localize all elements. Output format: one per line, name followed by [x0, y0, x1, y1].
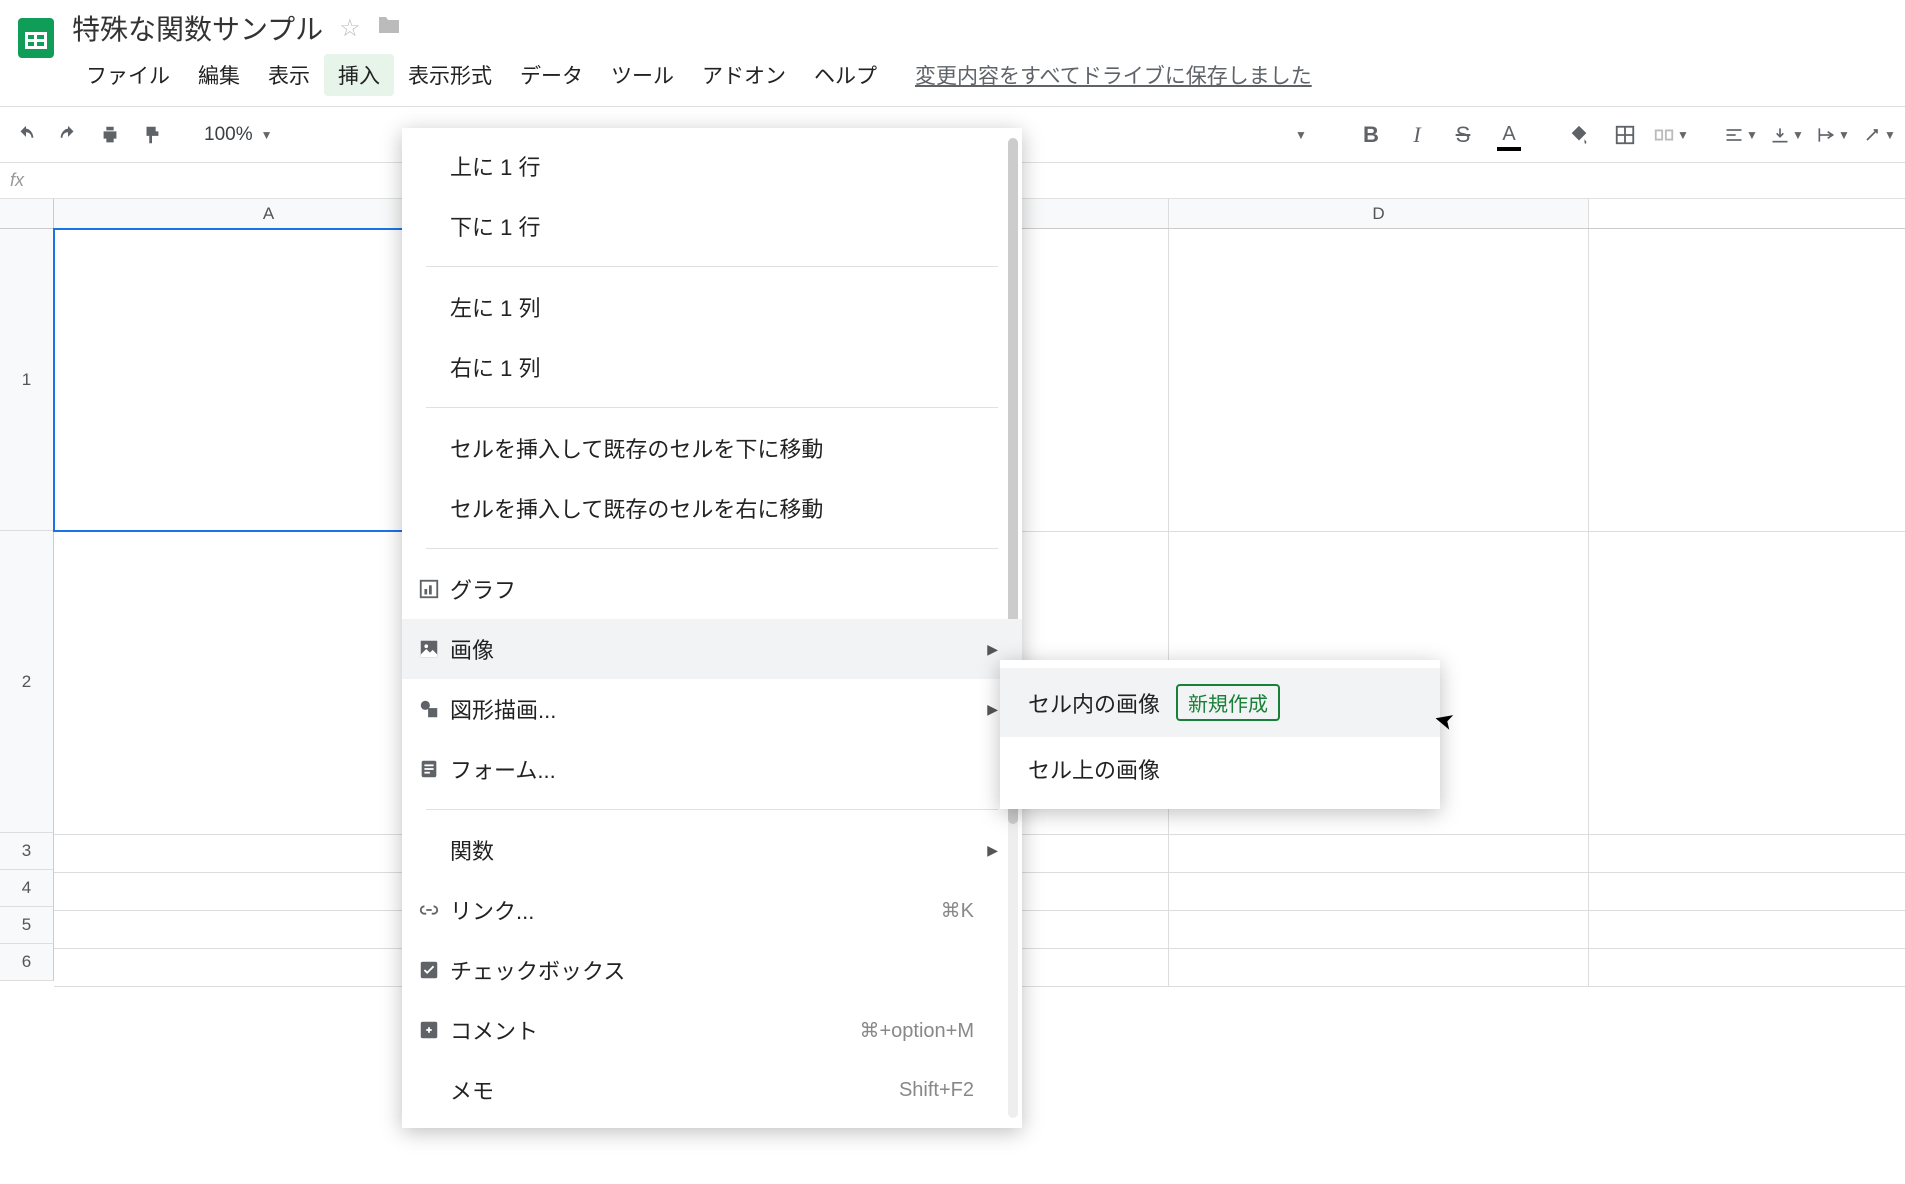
chart-icon [416, 576, 442, 602]
select-all-corner[interactable] [0, 199, 54, 228]
fx-icon: fx [0, 170, 34, 191]
insert-note[interactable]: メモ Shift+F2 [402, 1060, 1022, 1120]
print-button[interactable] [92, 117, 128, 153]
star-icon[interactable]: ☆ [339, 14, 361, 43]
strikethrough-button[interactable]: S [1445, 117, 1481, 153]
comment-icon [416, 1017, 442, 1043]
image-icon [416, 636, 442, 662]
row-header-4[interactable]: 4 [0, 870, 54, 907]
insert-function[interactable]: 関数 ▶ [402, 820, 1022, 880]
submenu-arrow-icon: ▶ [987, 701, 998, 718]
cell-d3[interactable] [1169, 835, 1589, 872]
cell-d5[interactable] [1169, 911, 1589, 948]
insert-form[interactable]: フォーム... [402, 739, 1022, 799]
vertical-align-button[interactable]: ▼ [1769, 117, 1805, 153]
insert-link[interactable]: リンク... ⌘K [402, 880, 1022, 940]
insert-row-below[interactable]: 下に 1 行 [402, 196, 1022, 256]
comment-shortcut: ⌘+option+M [859, 1018, 974, 1043]
text-color-button[interactable]: A [1491, 117, 1527, 153]
cell-d6[interactable] [1169, 949, 1589, 986]
insert-col-left[interactable]: 左に 1 列 [402, 277, 1022, 337]
drawing-icon [416, 696, 442, 722]
row-header-2[interactable]: 2 [0, 531, 54, 833]
row-header-1[interactable]: 1 [0, 229, 54, 531]
paint-format-button[interactable] [134, 117, 170, 153]
cell-d4[interactable] [1169, 873, 1589, 910]
insert-cells-shift-down[interactable]: セルを挿入して既存のセルを下に移動 [402, 418, 1022, 478]
menu-edit[interactable]: 編集 [184, 54, 254, 96]
checkbox-icon [416, 957, 442, 983]
menu-format[interactable]: 表示形式 [394, 54, 506, 96]
insert-image[interactable]: 画像 ▶ [402, 619, 1022, 679]
menu-help[interactable]: ヘルプ [800, 54, 891, 96]
insert-checkbox[interactable]: チェックボックス [402, 940, 1022, 1000]
insert-cells-shift-right[interactable]: セルを挿入して既存のセルを右に移動 [402, 478, 1022, 538]
text-wrap-button[interactable]: ▼ [1815, 117, 1851, 153]
menu-data[interactable]: データ [506, 54, 597, 96]
merge-cells-button[interactable]: ▼ [1653, 117, 1689, 153]
chevron-down-icon: ▼ [261, 128, 273, 142]
row-header-3[interactable]: 3 [0, 833, 54, 870]
save-status[interactable]: 変更内容をすべてドライブに保存しました [915, 60, 1312, 90]
menu-view[interactable]: 表示 [254, 54, 324, 96]
new-badge: 新規作成 [1176, 684, 1280, 721]
horizontal-align-button[interactable]: ▼ [1723, 117, 1759, 153]
italic-button[interactable]: I [1399, 117, 1435, 153]
insert-chart[interactable]: グラフ [402, 559, 1022, 619]
cell-d1[interactable] [1169, 229, 1589, 531]
insert-col-right[interactable]: 右に 1 列 [402, 337, 1022, 397]
column-header-d[interactable]: D [1169, 199, 1589, 228]
borders-button[interactable] [1607, 117, 1643, 153]
menu-insert[interactable]: 挿入 [324, 54, 394, 96]
folder-icon[interactable] [377, 14, 401, 42]
insert-drawing[interactable]: 図形描画... ▶ [402, 679, 1022, 739]
submenu-arrow-icon: ▶ [987, 641, 998, 658]
image-over-cell[interactable]: セル上の画像 [1000, 737, 1440, 801]
insert-row-above[interactable]: 上に 1 行 [402, 136, 1022, 196]
menu-tools[interactable]: ツール [597, 54, 688, 96]
menu-bar: ファイル 編集 表示 挿入 表示形式 データ ツール アドオン ヘルプ 変更内容… [72, 48, 1312, 106]
document-title[interactable]: 特殊な関数サンプル [72, 8, 323, 48]
bold-button[interactable]: B [1353, 117, 1389, 153]
redo-button[interactable] [50, 117, 86, 153]
image-in-cell[interactable]: セル内の画像 新規作成 [1000, 668, 1440, 737]
row-header-5[interactable]: 5 [0, 907, 54, 944]
insert-dropdown-menu: 上に 1 行 下に 1 行 左に 1 列 右に 1 列 セルを挿入して既存のセル… [402, 128, 1022, 1128]
link-shortcut: ⌘K [941, 898, 974, 923]
title-area: 特殊な関数サンプル ☆ ファイル 編集 表示 挿入 表示形式 データ ツール ア… [0, 0, 1905, 106]
insert-comment[interactable]: コメント ⌘+option+M [402, 1000, 1022, 1060]
zoom-value: 100% [204, 124, 253, 146]
zoom-selector[interactable]: 100% ▼ [196, 124, 281, 146]
image-submenu: セル内の画像 新規作成 セル上の画像 [1000, 660, 1440, 809]
text-rotation-button[interactable]: ▼ [1861, 117, 1897, 153]
undo-button[interactable] [8, 117, 44, 153]
sheets-app-icon[interactable] [12, 14, 60, 62]
menu-file[interactable]: ファイル [72, 54, 184, 96]
row-header-6[interactable]: 6 [0, 944, 54, 981]
form-icon [416, 756, 442, 782]
more-formats-dropdown[interactable]: ▼ [1283, 117, 1319, 153]
note-shortcut: Shift+F2 [899, 1079, 974, 1102]
menu-addons[interactable]: アドオン [688, 54, 800, 96]
link-icon [416, 897, 442, 923]
fill-color-button[interactable] [1561, 117, 1597, 153]
doc-header: 特殊な関数サンプル ☆ ファイル 編集 表示 挿入 表示形式 データ ツール ア… [72, 8, 1312, 106]
submenu-arrow-icon: ▶ [987, 842, 998, 859]
